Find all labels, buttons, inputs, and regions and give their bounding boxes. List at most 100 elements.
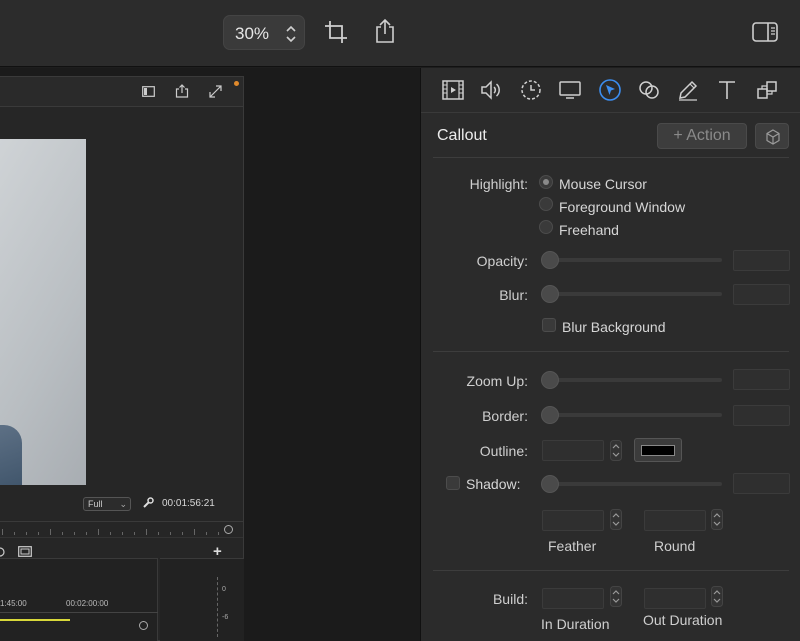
zoom-stepper-icon[interactable] [284, 23, 298, 45]
shadow-label: Shadow: [466, 476, 521, 492]
crop-icon[interactable] [324, 20, 348, 44]
status-dot [234, 81, 239, 86]
round-stepper-icon[interactable] [711, 509, 723, 530]
screen-tab[interactable] [558, 78, 582, 102]
meter-label: -6 [222, 614, 229, 621]
timecode: 00:01:56:21 [162, 498, 215, 509]
canvas-area: Full ⌄ 00:01:56:21 + 1:45:00 00:02:00:00… [0, 68, 420, 641]
feather-stepper-icon[interactable] [610, 509, 622, 530]
audio-tab[interactable] [479, 78, 503, 102]
timeline-mark: 00:02:00:00 [66, 599, 109, 608]
cursor-icon [599, 79, 621, 101]
round-field[interactable] [644, 510, 706, 531]
annotation-tab[interactable] [676, 78, 700, 102]
video-tab[interactable] [441, 78, 465, 102]
option-mouse-cursor: Mouse Cursor [559, 176, 647, 192]
presets-button[interactable] [755, 123, 789, 149]
zoom-up-value[interactable] [733, 369, 790, 390]
zoom-up-slider-thumb[interactable] [541, 371, 559, 389]
outline-stepper-icon[interactable] [610, 440, 622, 461]
top-toolbar: 30% [0, 0, 800, 67]
opacity-label: Opacity: [476, 253, 528, 269]
shadow-value[interactable] [733, 473, 790, 494]
opacity-slider-thumb[interactable] [541, 251, 559, 269]
border-value[interactable] [733, 405, 790, 426]
quality-select[interactable]: Full ⌄ [83, 497, 131, 511]
timeline-track [0, 612, 158, 613]
sidebar-icon[interactable] [142, 86, 155, 97]
feather-field[interactable] [542, 510, 604, 531]
wrench-icon[interactable] [142, 497, 154, 509]
inspector-panel: Callout + Action Highlight: Mouse Cursor… [420, 68, 800, 641]
opacity-value[interactable] [733, 250, 790, 271]
shadow-slider-thumb[interactable] [541, 475, 559, 493]
divider [433, 157, 789, 158]
outline-width-field[interactable] [542, 440, 604, 461]
filters-tab[interactable] [637, 78, 661, 102]
zoom-control[interactable]: 30% [223, 15, 305, 50]
preview-subject [0, 425, 22, 485]
callout-tab[interactable] [598, 78, 622, 102]
text-tab[interactable] [715, 78, 739, 102]
quality-value: Full [88, 499, 103, 509]
border-slider[interactable] [542, 413, 722, 417]
radio-foreground-window[interactable] [539, 197, 553, 211]
radio-mouse-cursor[interactable] [539, 175, 553, 189]
dashed-timer-icon [521, 80, 541, 100]
out-duration-field[interactable] [644, 588, 706, 609]
export-icon[interactable] [175, 84, 189, 98]
chevron-down-icon: ⌄ [119, 499, 127, 509]
timeline[interactable]: 1:45:00 00:02:00:00 [0, 558, 158, 641]
scrub-ruler[interactable] [0, 521, 243, 535]
text-icon [719, 81, 735, 99]
timeline-knob[interactable] [139, 621, 148, 630]
sidebar-toggle-icon[interactable] [752, 22, 778, 42]
blur-slider-thumb[interactable] [541, 285, 559, 303]
add-action-button[interactable]: + Action [657, 123, 747, 149]
meter-scale [217, 577, 218, 637]
timeline-selection [0, 619, 70, 621]
out-duration-label: Out Duration [643, 612, 723, 628]
zoom-up-label: Zoom Up: [466, 373, 528, 389]
animation-tab[interactable] [519, 78, 543, 102]
zoom-up-slider[interactable] [542, 378, 722, 382]
blur-slider[interactable] [542, 292, 722, 296]
in-duration-field[interactable] [542, 588, 604, 609]
share-icon[interactable] [374, 18, 396, 44]
arrange-icon [757, 81, 777, 99]
highlight-label: Highlight: [469, 176, 528, 192]
out-duration-stepper-icon[interactable] [711, 586, 723, 607]
audio-meter: 0 -6 [160, 558, 244, 641]
shadow-checkbox[interactable] [446, 476, 460, 490]
playhead-knob[interactable] [224, 525, 233, 534]
video-preview[interactable] [0, 139, 86, 485]
opacity-slider[interactable] [542, 258, 722, 262]
meter-label: 0 [222, 586, 226, 593]
screen-icon[interactable] [18, 546, 32, 558]
blur-background-checkbox[interactable] [542, 318, 556, 332]
overlap-circles-icon [639, 81, 659, 99]
monitor-icon [559, 81, 581, 99]
pencil-icon [679, 80, 698, 101]
in-duration-stepper-icon[interactable] [610, 586, 622, 607]
blur-background-label: Blur Background [562, 319, 666, 335]
outline-label: Outline: [479, 443, 528, 459]
fullscreen-icon[interactable] [209, 85, 222, 98]
viewer-header [0, 77, 243, 107]
blur-value[interactable] [733, 284, 790, 305]
film-icon [442, 80, 464, 100]
shadow-slider[interactable] [542, 482, 722, 486]
cube-icon [766, 129, 780, 145]
in-duration-label: In Duration [541, 616, 610, 632]
outline-color-well[interactable] [634, 438, 682, 462]
option-foreground-window: Foreground Window [559, 199, 686, 215]
timeline-mark: 1:45:00 [0, 599, 27, 608]
speaker-icon [481, 80, 500, 100]
blur-label: Blur: [499, 287, 528, 303]
inspector-tabs [421, 68, 800, 113]
media-tab[interactable] [755, 78, 779, 102]
border-slider-thumb[interactable] [541, 406, 559, 424]
loop-icon[interactable] [0, 546, 6, 558]
radio-freehand[interactable] [539, 220, 553, 234]
recording-viewer: Full ⌄ 00:01:56:21 + [0, 76, 244, 641]
